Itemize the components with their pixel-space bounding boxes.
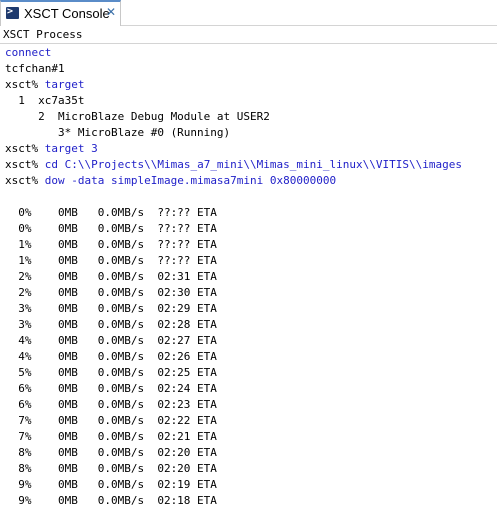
console-line: 5% 0MB 0.0MB/s 02:25 ETA xyxy=(5,365,217,381)
console-line: xsct% target 3 xyxy=(5,141,98,157)
console-text: 5% 0MB 0.0MB/s 02:25 ETA xyxy=(5,366,217,379)
console-text: 2 MicroBlaze Debug Module at USER2 xyxy=(5,110,270,123)
console-line: 2% 0MB 0.0MB/s 02:30 ETA xyxy=(5,285,217,301)
console-text: 2% 0MB 0.0MB/s 02:30 ETA xyxy=(5,286,217,299)
console-prompt: xsct% xyxy=(5,78,45,91)
console-line: xsct% target xyxy=(5,77,85,93)
console-text: 7% 0MB 0.0MB/s 02:22 ETA xyxy=(5,414,217,427)
console-line: 7% 0MB 0.0MB/s 02:22 ETA xyxy=(5,413,217,429)
process-label: XSCT Process xyxy=(3,28,83,41)
console-line: 9% 0MB 0.0MB/s 02:19 ETA xyxy=(5,477,217,493)
console-text: 9% 0MB 0.0MB/s 02:18 ETA xyxy=(5,494,217,507)
console-text: 7% 0MB 0.0MB/s 02:21 ETA xyxy=(5,430,217,443)
console-text: 1% 0MB 0.0MB/s ??:?? ETA xyxy=(5,254,217,267)
console-text: 0% 0MB 0.0MB/s ??:?? ETA xyxy=(5,222,217,235)
view-tab-bar: > XSCT Console ✕ xyxy=(0,0,497,26)
console-line: 0% 0MB 0.0MB/s ??:?? ETA xyxy=(5,205,217,221)
console-line: tcfchan#1 xyxy=(5,61,65,77)
console-line: 9% 0MB 0.0MB/s 02:18 ETA xyxy=(5,493,217,509)
console-text: 6% 0MB 0.0MB/s 02:23 ETA xyxy=(5,398,217,411)
console-line: 1% 0MB 0.0MB/s ??:?? ETA xyxy=(5,237,217,253)
console-line: 1% 0MB 0.0MB/s ??:?? ETA xyxy=(5,253,217,269)
console-text: 3% 0MB 0.0MB/s 02:29 ETA xyxy=(5,302,217,315)
tab-xsct-console[interactable]: > XSCT Console ✕ xyxy=(0,0,121,26)
console-line: 3% 0MB 0.0MB/s 02:28 ETA xyxy=(5,317,217,333)
console-command: target xyxy=(44,78,85,91)
console-line: 8% 0MB 0.0MB/s 02:20 ETA xyxy=(5,445,217,461)
console-text: 0% 0MB 0.0MB/s ??:?? ETA xyxy=(5,206,217,219)
console-text: 1 xc7a35t xyxy=(5,94,85,107)
console-icon: > xyxy=(6,6,19,19)
close-icon[interactable]: ✕ xyxy=(105,6,117,18)
console-text: 1% 0MB 0.0MB/s ??:?? ETA xyxy=(5,238,217,251)
console-line: 8% 0MB 0.0MB/s 02:20 ETA xyxy=(5,461,217,477)
console-line: 3% 0MB 0.0MB/s 02:29 ETA xyxy=(5,301,217,317)
tab-title: XSCT Console xyxy=(24,6,110,21)
console-line: 6% 0MB 0.0MB/s 02:24 ETA xyxy=(5,381,217,397)
console-text: 8% 0MB 0.0MB/s 02:20 ETA xyxy=(5,446,217,459)
console-command: target 3 xyxy=(44,142,98,155)
console-prompt: xsct% xyxy=(5,158,45,171)
console-text: 3* MicroBlaze #0 (Running) xyxy=(5,126,231,139)
console-line: 3* MicroBlaze #0 (Running) xyxy=(5,125,230,141)
console-line: 2% 0MB 0.0MB/s 02:31 ETA xyxy=(5,269,217,285)
console-line: 4% 0MB 0.0MB/s 02:27 ETA xyxy=(5,333,217,349)
console-line: 1 xc7a35t xyxy=(5,93,84,109)
console-command: cd C:\\Projects\\Mimas_a7_mini\\Mimas_mi… xyxy=(44,158,462,171)
console-text: 2% 0MB 0.0MB/s 02:31 ETA xyxy=(5,270,217,283)
console-text: 4% 0MB 0.0MB/s 02:27 ETA xyxy=(5,334,217,347)
console-text: 8% 0MB 0.0MB/s 02:20 ETA xyxy=(5,462,217,475)
console-line: 7% 0MB 0.0MB/s 02:21 ETA xyxy=(5,429,217,445)
console-text: 3% 0MB 0.0MB/s 02:28 ETA xyxy=(5,318,217,331)
console-line: 6% 0MB 0.0MB/s 02:23 ETA xyxy=(5,397,217,413)
console-text: 9% 0MB 0.0MB/s 02:19 ETA xyxy=(5,478,217,491)
console-command: connect xyxy=(5,46,52,59)
console-text: tcfchan#1 xyxy=(5,62,65,75)
console-text: 6% 0MB 0.0MB/s 02:24 ETA xyxy=(5,382,217,395)
console-prompt: xsct% xyxy=(5,174,45,187)
console-text: 4% 0MB 0.0MB/s 02:26 ETA xyxy=(5,350,217,363)
console-command: dow -data simpleImage.mimasa7mini 0x8000… xyxy=(44,174,337,187)
console-line: connect xyxy=(5,45,51,61)
console-line: 2 MicroBlaze Debug Module at USER2 xyxy=(5,109,270,125)
console-output[interactable]: connect tcfchan#1 xsct% target 1 xc7a35t 2… xyxy=(0,43,497,512)
console-line: xsct% cd C:\\Projects\\Mimas_a7_mini\\Mi… xyxy=(5,157,462,173)
console-line: 0% 0MB 0.0MB/s ??:?? ETA xyxy=(5,221,217,237)
console-line: 4% 0MB 0.0MB/s 02:26 ETA xyxy=(5,349,217,365)
console-line: xsct% dow -data simpleImage.mimasa7mini … xyxy=(5,173,336,189)
console-prompt: xsct% xyxy=(5,142,45,155)
